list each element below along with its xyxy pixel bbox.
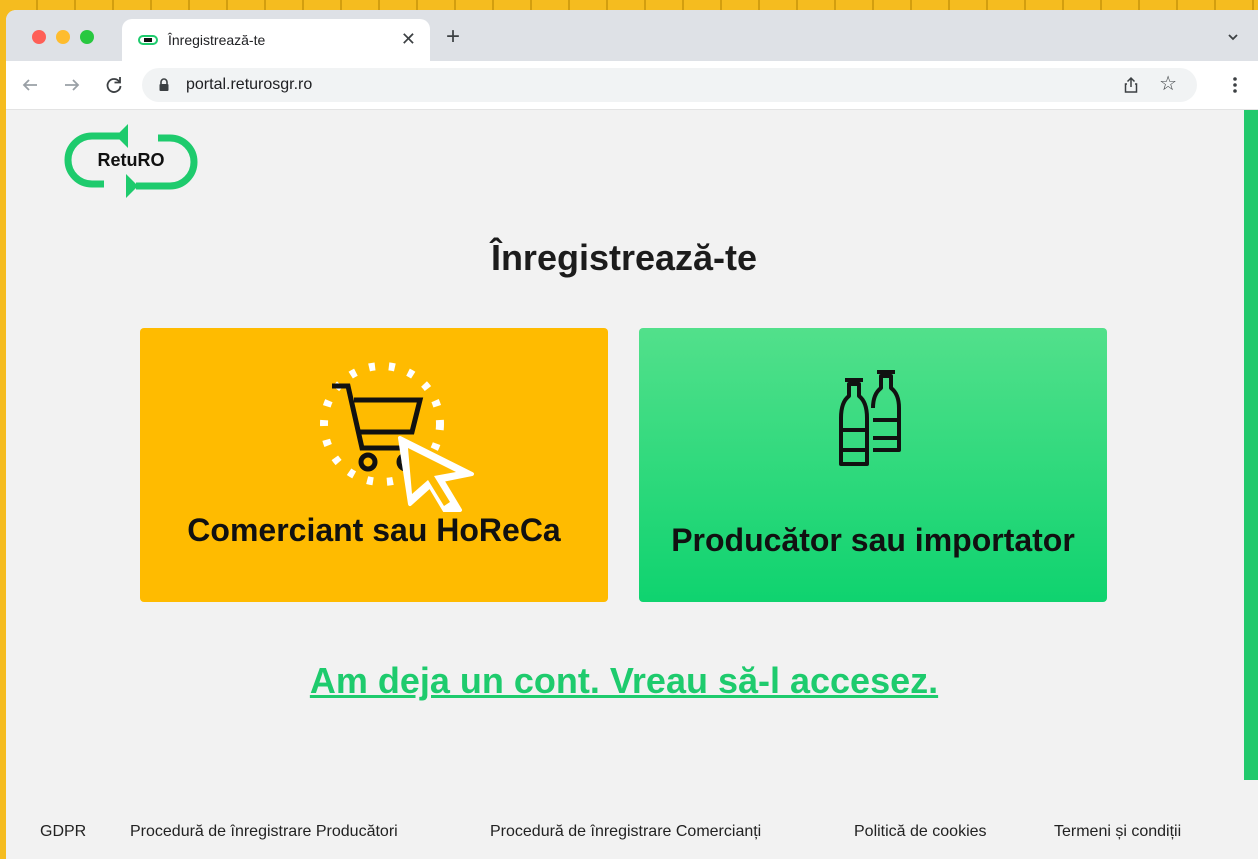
close-window-button[interactable] (32, 30, 46, 44)
tab-title: Înregistrează-te (168, 32, 266, 48)
forward-arrow-icon[interactable] (62, 75, 82, 95)
close-tab-icon[interactable]: ✕ (401, 30, 416, 48)
producer-importer-card[interactable]: Producător sau importator (639, 328, 1107, 602)
tab-strip: Înregistrează-te ✕ + (6, 10, 1258, 61)
reload-icon[interactable] (104, 75, 124, 95)
footer-link-terms[interactable]: Termeni și condiții (1054, 823, 1181, 841)
returo-logo[interactable]: RetuRO (64, 122, 198, 200)
url-text: portal.returosgr.ro (186, 76, 313, 93)
favicon-icon (138, 35, 158, 45)
bottles-icon (839, 370, 901, 466)
merchant-horeca-card[interactable]: Comerciant sau HoReCa (140, 328, 608, 602)
page-content: RetuRO Înregistrează-te Comerciant sau H… (6, 110, 1258, 859)
browser-toolbar: portal.returosgr.ro ☆ (6, 61, 1258, 110)
minimize-window-button[interactable] (56, 30, 70, 44)
back-arrow-icon[interactable] (20, 75, 40, 95)
browser-tab[interactable]: Înregistrează-te ✕ (122, 19, 430, 61)
browser-window: Înregistrează-te ✕ + portal.returosgr.ro (6, 10, 1258, 859)
share-icon[interactable] (1123, 76, 1139, 94)
new-tab-button[interactable]: + (446, 25, 460, 49)
merchant-card-label: Comerciant sau HoReCa (187, 512, 561, 548)
footer: GDPR Procedură de înregistrare Producăto… (6, 818, 1242, 848)
tab-search-icon[interactable] (1226, 30, 1240, 44)
footer-link-merchant-procedure[interactable]: Procedură de înregistrare Comercianți (490, 823, 761, 841)
address-bar[interactable]: portal.returosgr.ro ☆ (142, 68, 1197, 102)
logo-text: RetuRO (97, 150, 165, 170)
existing-account-login-link[interactable]: Am deja un cont. Vreau să-l accesez. (6, 660, 1242, 702)
shopping-cart-icon (320, 362, 474, 512)
scrollbar-thumb[interactable] (1244, 110, 1258, 780)
producer-card-label: Producător sau importator (671, 522, 1075, 558)
lock-icon (159, 78, 169, 91)
page-title: Înregistrează-te (490, 237, 758, 278)
bookmark-star-icon[interactable]: ☆ (1159, 74, 1177, 94)
footer-link-producer-procedure[interactable]: Procedură de înregistrare Producători (130, 823, 398, 841)
footer-link-gdpr[interactable]: GDPR (40, 823, 86, 841)
browser-menu-icon[interactable] (1232, 75, 1238, 95)
maximize-window-button[interactable] (80, 30, 94, 44)
footer-link-cookies[interactable]: Politică de cookies (854, 823, 987, 841)
